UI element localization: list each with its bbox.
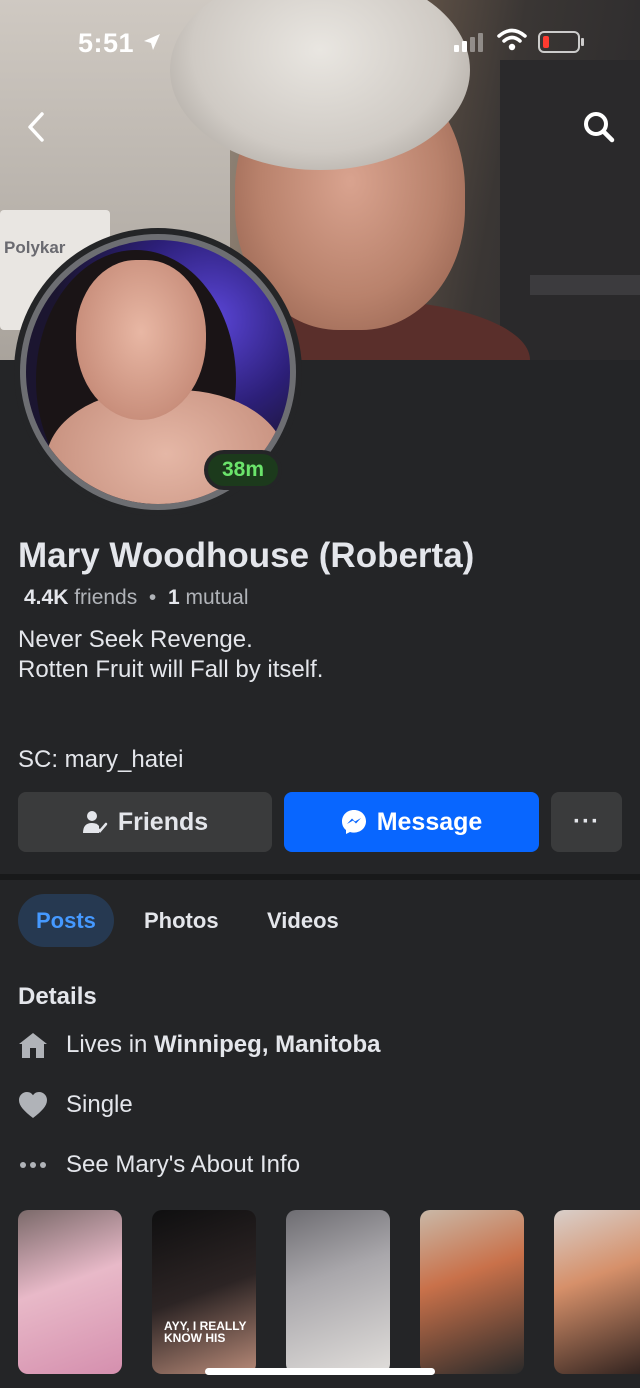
tab-videos[interactable]: Videos <box>267 894 339 947</box>
back-button[interactable] <box>18 106 54 148</box>
home-indicator[interactable] <box>205 1368 435 1375</box>
avatar-face <box>76 260 206 420</box>
search-icon <box>584 112 615 143</box>
cover-monitor <box>500 60 640 360</box>
more-options-button[interactable]: ··· <box>551 792 622 852</box>
cellular-signal-icon <box>454 32 483 52</box>
chevron-left-icon <box>28 112 44 142</box>
search-button[interactable] <box>578 106 620 148</box>
cover-box-label: Polykar <box>4 238 66 257</box>
highlight-item[interactable]: AYY, I REALLY KNOW HIS <box>152 1210 256 1374</box>
location-arrow-icon <box>142 32 162 57</box>
highlight-item[interactable] <box>18 1210 122 1374</box>
featured-highlights: AYY, I REALLY KNOW HIS <box>18 1210 640 1374</box>
messenger-icon <box>341 810 366 834</box>
friends-label: friends <box>74 586 138 609</box>
profile-bio: Never Seek Revenge. Rotten Fruit will Fa… <box>18 625 323 685</box>
meta-separator: • <box>148 586 157 609</box>
lives-city[interactable]: Winnipeg, Manitoba <box>154 1031 380 1059</box>
see-about-info-link[interactable]: See Mary's About Info <box>18 1150 300 1180</box>
friends-count: 4.4K <box>24 586 69 609</box>
message-button[interactable]: Message <box>284 792 539 852</box>
details-heading: Details <box>18 983 97 1010</box>
profile-name: Mary Woodhouse (Roberta) <box>18 536 475 575</box>
section-divider <box>0 874 640 880</box>
message-button-label: Message <box>376 807 483 836</box>
mutual-count: 1 <box>167 586 180 609</box>
bio-line-1: Never Seek Revenge. <box>18 626 253 653</box>
friends-button-label: Friends <box>117 807 209 836</box>
highlight-item[interactable] <box>420 1210 524 1374</box>
active-status-badge: 38m <box>204 450 283 490</box>
more-dots-icon: ··· <box>573 808 600 835</box>
mutual-label: mutual <box>185 586 249 609</box>
tab-photos[interactable]: Photos <box>144 894 219 947</box>
highlight-item[interactable] <box>554 1210 640 1374</box>
heart-icon <box>18 1090 48 1120</box>
bio-line-2: Rotten Fruit will Fall by itself. <box>18 656 324 683</box>
about-info-label: See Mary's About Info <box>66 1151 301 1178</box>
status-time: 5:51 <box>78 28 162 59</box>
detail-lives-in: Lives in Winnipeg, Manitoba <box>18 1030 380 1060</box>
highlight-item[interactable] <box>286 1210 390 1374</box>
home-icon <box>18 1030 48 1060</box>
cover-monitor-bar <box>530 275 640 295</box>
friends-button[interactable]: Friends <box>18 792 272 852</box>
status-time-text: 5:51 <box>78 28 135 58</box>
highlight-caption: AYY, I REALLY KNOW HIS <box>164 1319 247 1345</box>
profile-friends-meta[interactable]: 4.4K friends • 1 mutual <box>24 586 249 610</box>
battery-icon <box>538 31 584 53</box>
tab-posts[interactable]: Posts <box>18 894 114 947</box>
wifi-icon <box>497 28 527 57</box>
relationship-status: Single <box>66 1091 133 1118</box>
detail-relationship: Single <box>18 1090 133 1120</box>
more-dots-icon <box>18 1150 48 1180</box>
friend-check-icon <box>82 811 108 833</box>
lives-prefix: Lives in <box>66 1031 148 1058</box>
profile-snapchat: SC: mary_hatei <box>18 746 184 773</box>
